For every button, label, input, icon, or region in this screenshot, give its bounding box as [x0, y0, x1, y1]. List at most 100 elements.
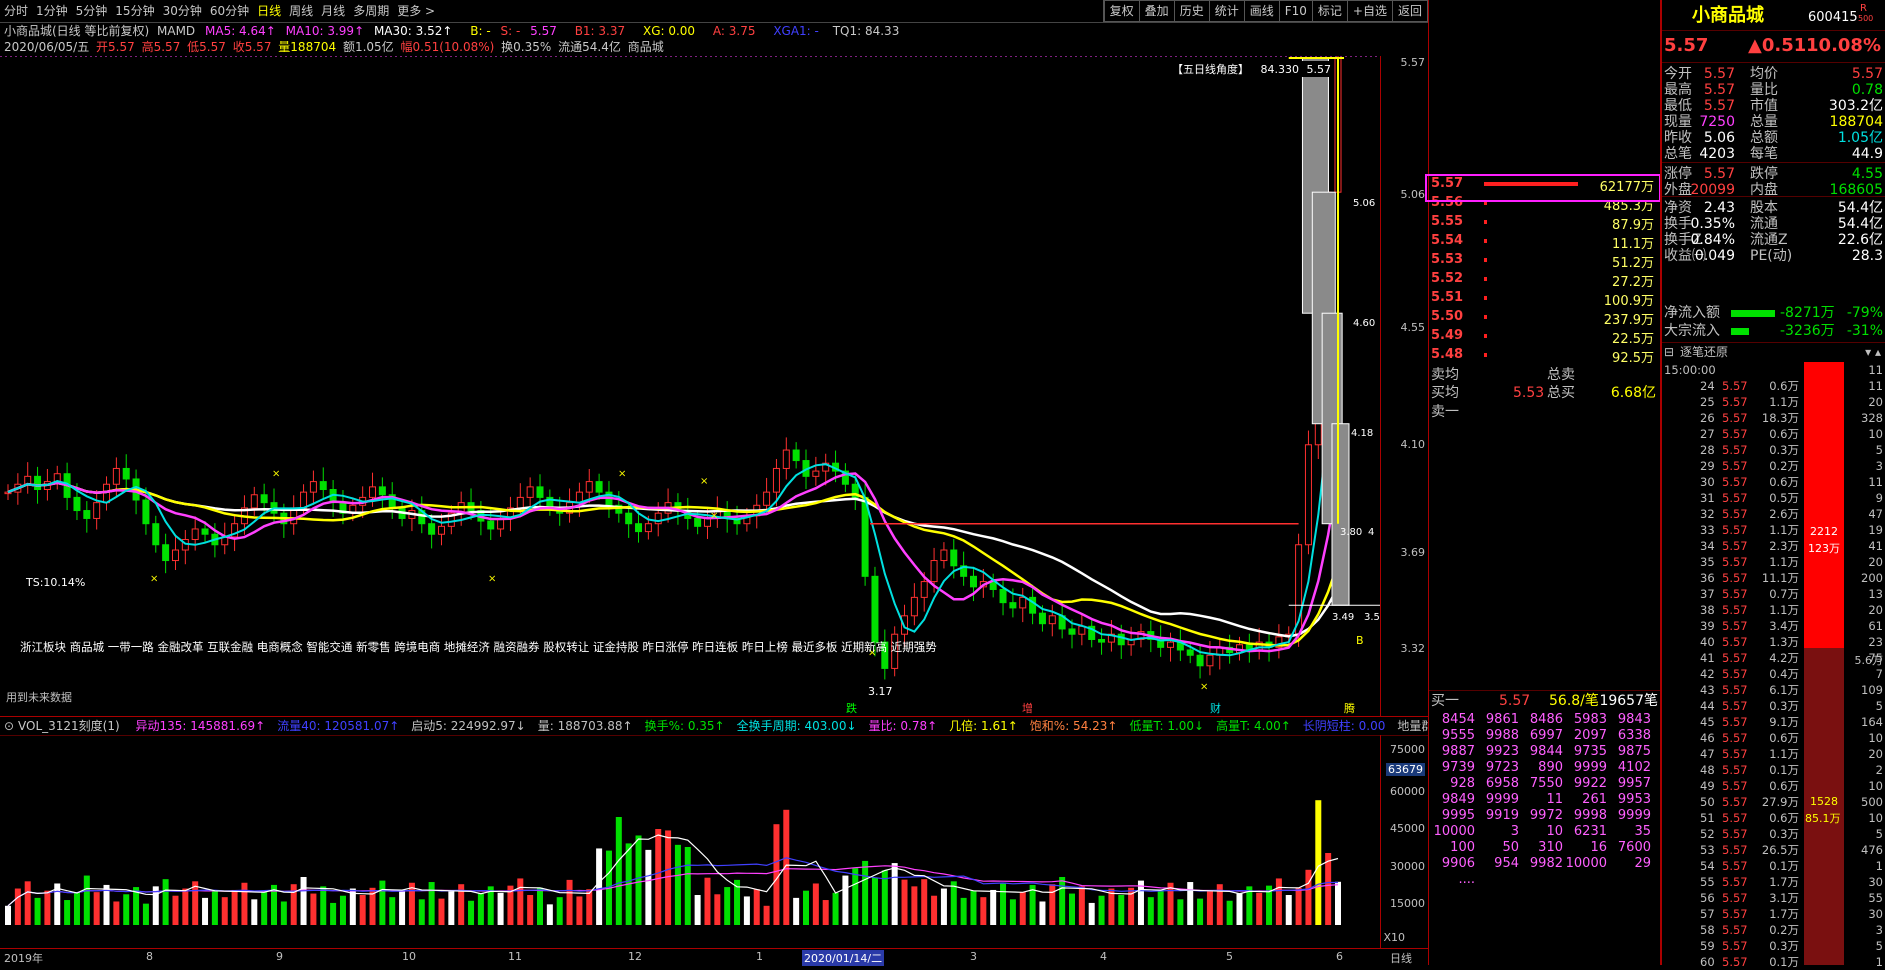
- period-tab-5[interactable]: 60分钟: [206, 0, 253, 22]
- period-toolbar: 分时 1分钟 5分钟 15分钟 30分钟 60分钟 日线 周线 月线 多周期 更多 > 复权 叠加 历史…: [0, 0, 1428, 23]
- quote-label: 每笔: [1750, 146, 1778, 162]
- tick-count: 476: [1861, 843, 1883, 857]
- period-tab-9[interactable]: 多周期: [349, 0, 393, 22]
- tick-count: 47: [1868, 507, 1883, 521]
- volume-bar: [743, 896, 750, 925]
- tick-time: 25: [1700, 395, 1715, 409]
- sell-level-8[interactable]: 5.50 237.9万: [1429, 309, 1660, 328]
- toolbar-button-3[interactable]: 统计: [1208, 1, 1244, 21]
- sell-level-5[interactable]: 5.53 51.2万: [1429, 252, 1660, 271]
- ticks-toggle-icon[interactable]: ⊟: [1664, 344, 1674, 360]
- tick-amount: 1.7万: [1769, 907, 1799, 921]
- sell-level-3[interactable]: 5.55 87.9万: [1429, 214, 1660, 233]
- period-tab-6[interactable]: 日线: [253, 0, 285, 22]
- ma30-value: MA30: 3.52↑: [373, 24, 453, 38]
- vol-collapse-icon[interactable]: ⊙: [4, 717, 14, 735]
- toolbar-button-1[interactable]: 叠加: [1138, 1, 1174, 21]
- tick-count: 2: [1875, 763, 1883, 777]
- period-tab-2[interactable]: 5分钟: [72, 0, 112, 22]
- volume-bar: [1069, 893, 1075, 925]
- queue-cell: 9982: [1529, 856, 1563, 871]
- volume-bar: [418, 899, 425, 925]
- price-tick-3: 4.55: [1400, 321, 1426, 334]
- candle-body: [487, 520, 495, 530]
- date-tick-10: 5: [1226, 950, 1233, 963]
- quote-label: 均价: [1750, 66, 1778, 82]
- candle-body: [536, 486, 544, 498]
- queue-cell: 9922: [1573, 776, 1607, 791]
- toolbar-button-5[interactable]: F10: [1278, 1, 1312, 21]
- queue-cell: 9988: [1485, 728, 1519, 743]
- price-tick-5: 3.69: [1400, 546, 1426, 559]
- period-tab-10[interactable]: 更多 >: [393, 0, 439, 22]
- signal-x-marker: ×: [1200, 681, 1208, 692]
- sell-level-bar: [1484, 220, 1487, 224]
- ticks-collapse-icon[interactable]: ▾ ▴: [1865, 344, 1881, 360]
- volume-bar: [1009, 899, 1016, 925]
- vol-tick-3: 45000: [1390, 822, 1425, 835]
- box-label-5: 3.49: [1332, 612, 1355, 623]
- angle-title: 【五日线角度】: [1172, 63, 1249, 76]
- period-tab-0[interactable]: 分时: [0, 0, 32, 22]
- ticks-title: 逐笔还原: [1680, 345, 1729, 359]
- price-tick-1: 5.57: [1400, 56, 1426, 69]
- tick-time: 35: [1700, 555, 1715, 569]
- tick-count: 500: [1861, 795, 1883, 809]
- tick-row: 31 5.57 0.5万 9: [1662, 490, 1885, 506]
- tick-amount: 0.6万: [1769, 731, 1799, 745]
- period-tab-4[interactable]: 30分钟: [159, 0, 206, 22]
- period-tab-1[interactable]: 1分钟: [32, 0, 72, 22]
- tick-count: 20: [1868, 603, 1883, 617]
- period-tab-7[interactable]: 周线: [285, 0, 317, 22]
- buy1-total-orders: 19657笔: [1599, 693, 1658, 709]
- vol-indicator-5: 全换手周期: 403.00↓: [736, 719, 857, 733]
- vol-indicator-0: 异动135: 145881.69↑: [135, 719, 266, 733]
- sell-level-6[interactable]: 5.52 27.2万: [1429, 271, 1660, 290]
- volume-bar: [44, 890, 51, 925]
- volume-bar: [1236, 893, 1243, 925]
- toolbar-button-8[interactable]: 返回: [1391, 1, 1427, 21]
- candle-body: [428, 523, 436, 535]
- signal-x-marker: ×: [618, 468, 626, 479]
- volume-bar: [1000, 882, 1007, 925]
- sell-level-bar: [1484, 296, 1487, 300]
- volume-bar: [980, 897, 987, 925]
- tick-row: 38 5.57 1.1万 20: [1662, 602, 1885, 618]
- toolbar-button-0[interactable]: 复权: [1103, 1, 1139, 21]
- tick-amount: 1.7万: [1769, 875, 1799, 889]
- sell-level-10[interactable]: 5.48 92.5万: [1429, 347, 1660, 366]
- tick-time: 30: [1700, 475, 1715, 489]
- tick-time: 55: [1700, 875, 1715, 889]
- toolbar-button-2[interactable]: 历史: [1173, 1, 1209, 21]
- candle-body: [142, 499, 150, 525]
- period-tab-8[interactable]: 月线: [317, 0, 349, 22]
- dash-value: 5.57: [530, 24, 557, 38]
- tick-price: 5.57: [1722, 667, 1748, 681]
- sell-level-7[interactable]: 5.51 100.9万: [1429, 290, 1660, 309]
- sell-level-9[interactable]: 5.49 22.5万: [1429, 328, 1660, 347]
- tq1-value: TQ1: 84.33: [832, 24, 900, 38]
- bar-turnover: 换0.35%: [501, 40, 552, 54]
- tick-row: 46 5.57 0.6万 10: [1662, 730, 1885, 746]
- period-tab-3[interactable]: 15分钟: [111, 0, 158, 22]
- queue-cell: 954: [1494, 856, 1519, 871]
- bar-stock: 商品城: [627, 40, 664, 54]
- kline-chart[interactable]: ××××××××: [0, 56, 1380, 716]
- toolbar-button-7[interactable]: +自选: [1346, 1, 1392, 21]
- quote-value: 0.84%: [1690, 232, 1735, 248]
- toolbar-button-6[interactable]: 标记: [1311, 1, 1347, 21]
- stock-code: 600415: [1808, 10, 1858, 25]
- tick-count: 11: [1868, 363, 1883, 377]
- tick-count: 20: [1868, 395, 1883, 409]
- quote-value: 22.6亿: [1837, 232, 1883, 248]
- candle-body: [654, 512, 662, 525]
- toolbar-button-4[interactable]: 画线: [1243, 1, 1279, 21]
- candle-body: [103, 483, 111, 504]
- tick-price: 5.57: [1722, 923, 1748, 937]
- buy1-price: 5.57: [1499, 693, 1531, 709]
- tick-price: 5.57: [1722, 731, 1748, 745]
- angle-label: 【五日线角度】 84.330 5.57: [1170, 61, 1333, 77]
- angle-value: 84.330: [1260, 63, 1300, 76]
- sell-level-4[interactable]: 5.54 11.1万: [1429, 233, 1660, 252]
- volume-chart[interactable]: [0, 735, 1380, 948]
